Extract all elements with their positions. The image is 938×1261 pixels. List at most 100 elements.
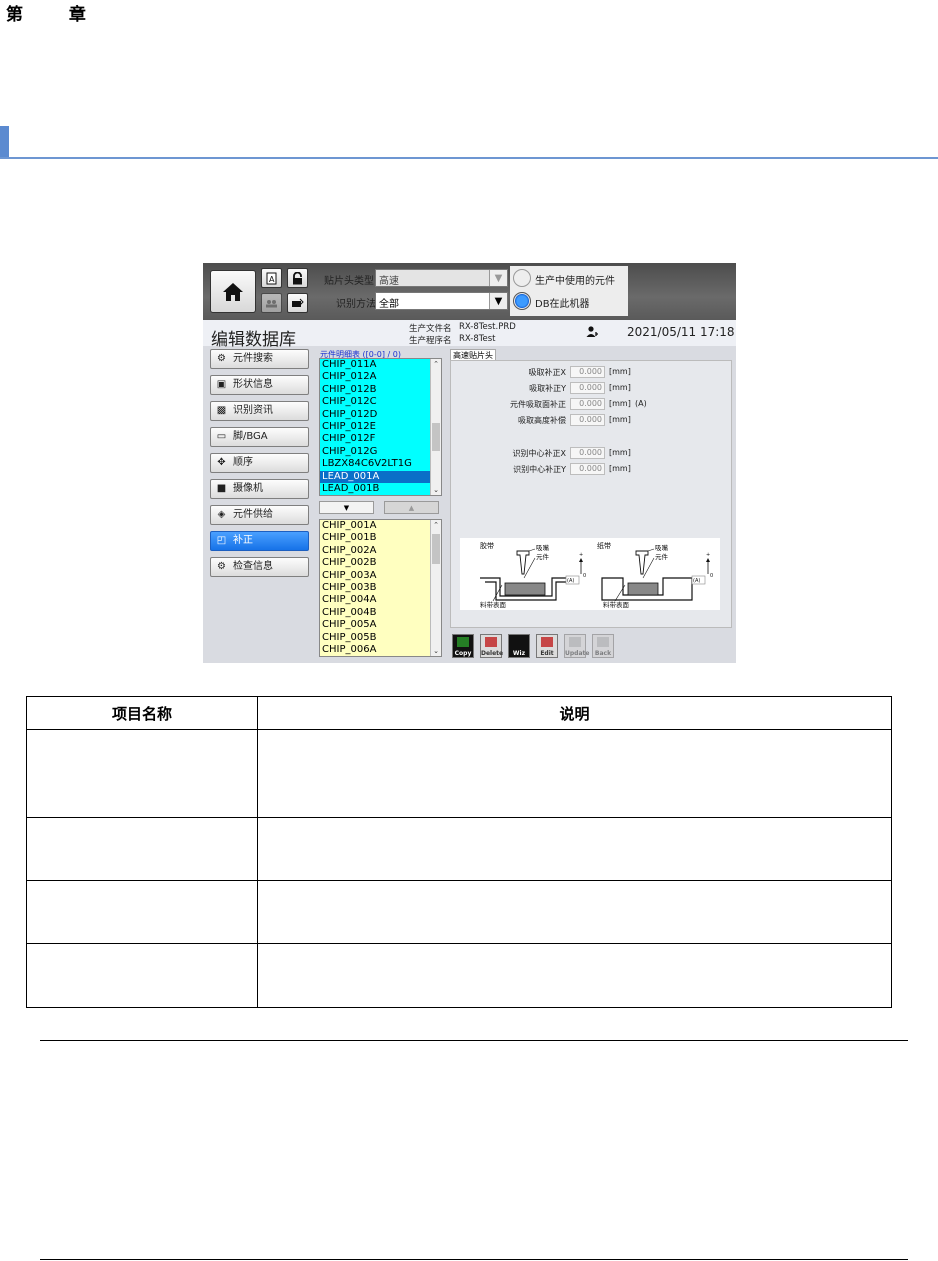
- field-input[interactable]: 0.000: [570, 463, 605, 475]
- recog-method-value: 全部: [379, 299, 399, 310]
- update-button[interactable]: Update: [564, 634, 590, 658]
- sidebar-item-label: 识别资讯: [233, 405, 273, 416]
- scroll-down-icon[interactable]: ⌄: [431, 485, 441, 495]
- home-button[interactable]: [210, 270, 256, 313]
- list-item[interactable]: CHIP_012F: [320, 433, 441, 445]
- list-item[interactable]: CHIP_012B: [320, 384, 441, 396]
- list-item[interactable]: CHIP_012A: [320, 371, 441, 383]
- list-item[interactable]: CHIP_006A: [320, 644, 441, 656]
- diagram-nozzle-left: 吸嘴: [536, 543, 550, 552]
- diagram-zero-right: 0: [710, 573, 713, 579]
- scroll-down-icon[interactable]: ⌄: [431, 646, 441, 656]
- list-item[interactable]: LBZX84C6V2LT1G: [320, 458, 441, 470]
- transfer-button[interactable]: [287, 293, 308, 313]
- list-item[interactable]: CHIP_005B: [320, 632, 441, 644]
- field-input[interactable]: 0.000: [570, 366, 605, 378]
- row-desc: [257, 817, 892, 881]
- sidebar-item[interactable]: ▭ 脚/BGA: [210, 427, 309, 447]
- scroll-thumb[interactable]: [432, 423, 440, 451]
- sidebar-item[interactable]: ◰ 补正: [210, 531, 309, 551]
- list-item[interactable]: CHIP_004B: [320, 607, 441, 619]
- sidebar-item-label: 元件供给: [233, 509, 273, 520]
- head-type-label: 贴片头类型: [324, 276, 374, 287]
- library-list[interactable]: CHIP_001A CHIP_001B CHIP_002A CHIP_002B CHIP…: [319, 519, 442, 657]
- sidebar-item[interactable]: ▣ 形状信息: [210, 375, 309, 395]
- sidebar-item[interactable]: ⚙ 检查信息: [210, 557, 309, 577]
- sidebar-item-label: 检查信息: [233, 561, 273, 572]
- field-input[interactable]: 0.000: [570, 398, 605, 410]
- sidebar-item[interactable]: ▩ 识别资讯: [210, 401, 309, 421]
- radio-in-production[interactable]: [513, 269, 531, 287]
- scroll-up-icon[interactable]: ⌃: [431, 520, 441, 530]
- footer-rule-bottom: [40, 1259, 908, 1260]
- field-label: 识别中心补正X: [512, 449, 566, 458]
- field-label: 吸取补正Y: [529, 384, 566, 393]
- part-list[interactable]: CHIP_011A CHIP_012A CHIP_012B CHIP_012C CHIP…: [319, 358, 442, 496]
- list-item[interactable]: CHIP_005A: [320, 619, 441, 631]
- library-list-scrollbar[interactable]: ⌃ ⌄: [430, 520, 441, 656]
- table-row: [26, 943, 892, 1008]
- table-row: [26, 880, 892, 944]
- delete-icon: [485, 637, 497, 647]
- user-key-icon[interactable]: [586, 326, 600, 338]
- list-item[interactable]: CHIP_001A: [320, 520, 441, 532]
- field-input[interactable]: 0.000: [570, 447, 605, 459]
- sidebar-item[interactable]: ✥ 顺序: [210, 453, 309, 473]
- field-unit: [mm]: [609, 383, 631, 392]
- table-row: [26, 817, 892, 881]
- list-item[interactable]: CHIP_001B: [320, 532, 441, 544]
- field-input[interactable]: 0.000: [570, 414, 605, 426]
- radio-db-machine[interactable]: [513, 292, 531, 310]
- list-item[interactable]: CHIP_003A: [320, 570, 441, 582]
- scroll-thumb[interactable]: [432, 534, 440, 564]
- edit-button[interactable]: Edit: [536, 634, 558, 658]
- inspection-icon: ⚙: [217, 561, 226, 572]
- move-up-button[interactable]: ▲: [384, 501, 439, 514]
- scroll-up-icon[interactable]: ⌃: [431, 359, 441, 369]
- diagram-dim-left: (A): [567, 578, 574, 584]
- lock-button[interactable]: [287, 268, 308, 288]
- sidebar-item-label: 顺序: [233, 457, 253, 468]
- sidebar-item[interactable]: ■ 摄像机: [210, 479, 309, 499]
- list-item[interactable]: CHIP_012C: [320, 396, 441, 408]
- delete-button[interactable]: Delete: [480, 634, 503, 658]
- field-label: 吸取补正X: [528, 368, 566, 377]
- sidebar-item-label: 元件搜索: [233, 353, 273, 364]
- home-icon: [223, 282, 243, 301]
- list-item[interactable]: LEAD_001A: [320, 470, 441, 483]
- tool-label: Update: [565, 650, 590, 657]
- recog-method-select[interactable]: 全部 ▼: [375, 292, 508, 310]
- list-item[interactable]: LEAD_001B: [320, 483, 441, 495]
- row-name: [26, 880, 258, 944]
- copy-icon: [457, 637, 469, 647]
- row-desc: [257, 943, 892, 1008]
- list-item[interactable]: CHIP_002B: [320, 557, 441, 569]
- prog-value: RX-8Test: [459, 334, 496, 344]
- field-input[interactable]: 0.000: [570, 382, 605, 394]
- move-down-button[interactable]: ▼: [319, 501, 374, 514]
- section-marker: [0, 126, 9, 158]
- field-unit: [mm]: [609, 399, 631, 408]
- copy-button[interactable]: Copy: [452, 634, 474, 658]
- list-item[interactable]: CHIP_003B: [320, 582, 441, 594]
- list-item[interactable]: CHIP_012E: [320, 421, 441, 433]
- field-label: 元件吸取面补正: [510, 400, 566, 409]
- users-icon: [266, 299, 277, 307]
- sidebar-item[interactable]: ⚙ 元件搜索: [210, 349, 309, 369]
- list-item[interactable]: CHIP_011A: [320, 359, 441, 371]
- radio-db-machine-label: DB在此机器: [535, 299, 590, 310]
- wiz-icon: [513, 637, 525, 647]
- wiz-button[interactable]: Wiz: [508, 634, 530, 658]
- list-item[interactable]: CHIP_012D: [320, 409, 441, 421]
- list-item[interactable]: CHIP_004A: [320, 594, 441, 606]
- list-item[interactable]: CHIP_012G: [320, 446, 441, 458]
- manual-button[interactable]: A: [261, 268, 282, 288]
- part-list-scrollbar[interactable]: ⌃ ⌄: [430, 359, 441, 495]
- users-button[interactable]: [261, 293, 282, 313]
- back-button[interactable]: Back: [592, 634, 614, 658]
- diagram-left-title: 胶带: [480, 541, 494, 550]
- head-type-select[interactable]: 高速 ▼: [375, 269, 508, 287]
- sidebar-item[interactable]: ◈ 元件供给: [210, 505, 309, 525]
- row-name: [26, 817, 258, 881]
- list-item[interactable]: CHIP_002A: [320, 545, 441, 557]
